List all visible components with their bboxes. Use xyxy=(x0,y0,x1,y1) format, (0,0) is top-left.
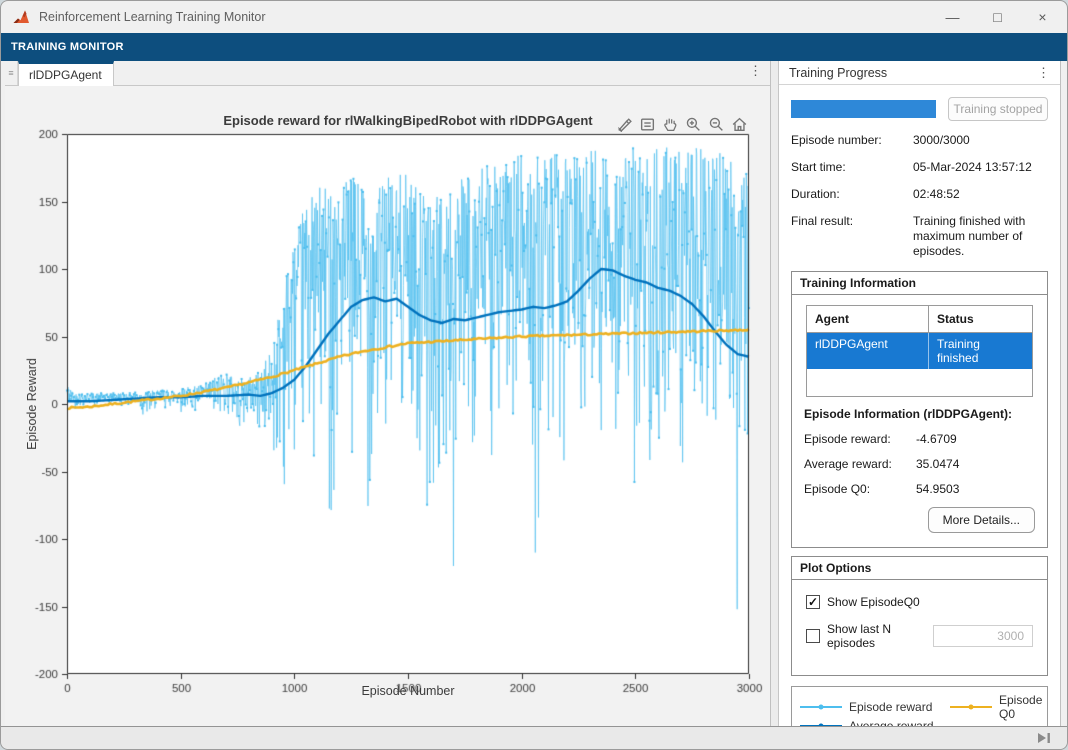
final-result-label: Final result: xyxy=(791,214,913,259)
maximize-button[interactable]: □ xyxy=(975,1,1020,33)
axes-toolbar xyxy=(615,115,748,133)
episode-q0-row: Episode Q0: 54.9503 xyxy=(804,482,1035,496)
last-n-episodes-input xyxy=(933,625,1033,647)
show-last-n-label: Show last N episodes xyxy=(827,622,926,650)
status-bar xyxy=(1,726,1067,749)
final-result-row: Final result: Training finished with max… xyxy=(791,214,1048,259)
episode-q0-line-swatch xyxy=(950,706,992,708)
brush-icon[interactable] xyxy=(615,115,633,133)
window-controls: — □ × xyxy=(930,1,1065,33)
show-episodeq0-label: Show EpisodeQ0 xyxy=(827,595,920,609)
chart-panel: ≡ rlDDPGAgent ⋮ Episode reward for rlWal… xyxy=(5,61,771,726)
window-right-edge xyxy=(1061,61,1063,726)
panel-grip-icon[interactable]: ≡ xyxy=(5,61,18,85)
show-last-n-row: Show last N episodes xyxy=(806,622,1033,650)
datatips-icon[interactable] xyxy=(638,115,656,133)
training-progress-body: Training stopped Episode number: 3000/30… xyxy=(779,85,1060,726)
close-button[interactable]: × xyxy=(1020,1,1065,33)
start-time-row: Start time: 05-Mar-2024 13:57:12 xyxy=(791,160,1048,175)
average-reward-label: Average reward: xyxy=(804,457,916,471)
progress-row: Training stopped xyxy=(791,97,1048,121)
legend-item-average-reward[interactable]: Average reward xyxy=(800,718,950,726)
table-cell-status: Training finished xyxy=(929,333,1032,369)
title-bar: Reinforcement Learning Training Monitor … xyxy=(1,1,1067,33)
more-details-button[interactable]: More Details... xyxy=(928,507,1035,533)
training-progress-bar xyxy=(791,100,936,118)
table-row[interactable]: rlDDPGAgent Training finished xyxy=(807,333,1032,369)
reward-chart[interactable] xyxy=(5,86,770,726)
legend-item-episode-q0[interactable]: Episode Q0 xyxy=(950,699,1042,715)
episode-number-label: Episode number: xyxy=(791,133,913,148)
episode-reward-label: Episode reward: xyxy=(804,432,916,446)
legend-label-episode-reward: Episode reward xyxy=(849,700,932,714)
minimize-button[interactable]: — xyxy=(930,1,975,33)
pan-icon[interactable] xyxy=(661,115,679,133)
start-time-label: Start time: xyxy=(791,160,913,175)
collapse-panel-icon[interactable] xyxy=(1035,730,1053,746)
duration-row: Duration: 02:48:52 xyxy=(791,187,1048,202)
tab-rlddpgagent[interactable]: rlDDPGAgent xyxy=(18,61,114,86)
table-header-row: Agent Status xyxy=(807,306,1032,333)
start-time-value: 05-Mar-2024 13:57:12 xyxy=(913,160,1048,175)
episode-q0-label: Episode Q0: xyxy=(804,482,916,496)
zoom-in-icon[interactable] xyxy=(684,115,702,133)
episode-reward-row: Episode reward: -4.6709 xyxy=(804,432,1035,446)
legend-label-episode-q0: Episode Q0 xyxy=(999,693,1042,721)
training-information-body: Agent Status rlDDPGAgent Training finish… xyxy=(792,295,1047,547)
chart-panel-menu-icon[interactable]: ⋮ xyxy=(749,63,762,79)
table-header-status: Status xyxy=(929,306,1032,332)
episode-number-value: 3000/3000 xyxy=(913,133,1048,148)
training-progress-header: Training Progress ⋮ xyxy=(779,61,1060,85)
y-axis-label: Episode Reward xyxy=(25,358,39,450)
plot-options-title: Plot Options xyxy=(792,557,1047,580)
average-reward-row: Average reward: 35.0474 xyxy=(804,457,1035,471)
panel-divider[interactable] xyxy=(771,61,779,726)
zoom-out-icon[interactable] xyxy=(707,115,725,133)
episode-information-title: Episode Information (rlDDPGAgent): xyxy=(804,407,1035,421)
duration-label: Duration: xyxy=(791,187,913,202)
training-progress-panel: Training Progress ⋮ Training stopped Epi… xyxy=(779,61,1061,726)
toolstrip: TRAINING MONITOR xyxy=(1,33,1067,61)
episode-q0-value: 54.9503 xyxy=(916,482,959,496)
restore-view-home-icon[interactable] xyxy=(730,115,748,133)
plot-options-box: Plot Options ✓ Show EpisodeQ0 Show last … xyxy=(791,556,1048,676)
duration-value: 02:48:52 xyxy=(913,187,1048,202)
episode-reward-line-swatch xyxy=(800,706,842,708)
figure-area: Episode reward for rlWalkingBipedRobot w… xyxy=(5,86,770,726)
document-tab-bar: ≡ rlDDPGAgent ⋮ xyxy=(5,61,770,86)
app-window: Reinforcement Learning Training Monitor … xyxy=(0,0,1068,750)
table-cell-agent: rlDDPGAgent xyxy=(807,333,929,369)
x-axis-label: Episode Number xyxy=(67,684,749,698)
window-title: Reinforcement Learning Training Monitor xyxy=(39,10,266,24)
matlab-logo-icon xyxy=(13,9,30,25)
toolstrip-tab-training-monitor[interactable]: TRAINING MONITOR xyxy=(11,41,124,53)
show-episodeq0-checkbox[interactable]: ✓ xyxy=(806,595,820,609)
average-reward-value: 35.0474 xyxy=(916,457,959,471)
training-progress-menu-icon[interactable]: ⋮ xyxy=(1037,65,1050,81)
training-information-title: Training Information xyxy=(792,272,1047,295)
legend-item-episode-reward[interactable]: Episode reward xyxy=(800,699,950,715)
episode-reward-value: -4.6709 xyxy=(916,432,957,446)
table-header-agent: Agent xyxy=(807,306,929,332)
training-progress-bar-fill xyxy=(791,100,936,118)
final-result-value: Training finished with maximum number of… xyxy=(913,214,1048,259)
plot-options-body: ✓ Show EpisodeQ0 Show last N episodes xyxy=(792,580,1047,675)
agent-status-table: Agent Status rlDDPGAgent Training finish… xyxy=(806,305,1033,397)
episode-number-row: Episode number: 3000/3000 xyxy=(791,133,1048,148)
chart-legend: Episode reward Episode Q0 Average reward xyxy=(791,686,1048,726)
training-stopped-button: Training stopped xyxy=(948,97,1048,121)
training-progress-title: Training Progress xyxy=(789,66,887,80)
main-area: ≡ rlDDPGAgent ⋮ Episode reward for rlWal… xyxy=(5,61,1063,726)
legend-label-average-reward: Average reward xyxy=(849,719,934,726)
show-last-n-checkbox[interactable] xyxy=(806,629,820,643)
show-episodeq0-row: ✓ Show EpisodeQ0 xyxy=(806,595,1033,609)
training-information-box: Training Information Agent Status rlDDPG… xyxy=(791,271,1048,548)
